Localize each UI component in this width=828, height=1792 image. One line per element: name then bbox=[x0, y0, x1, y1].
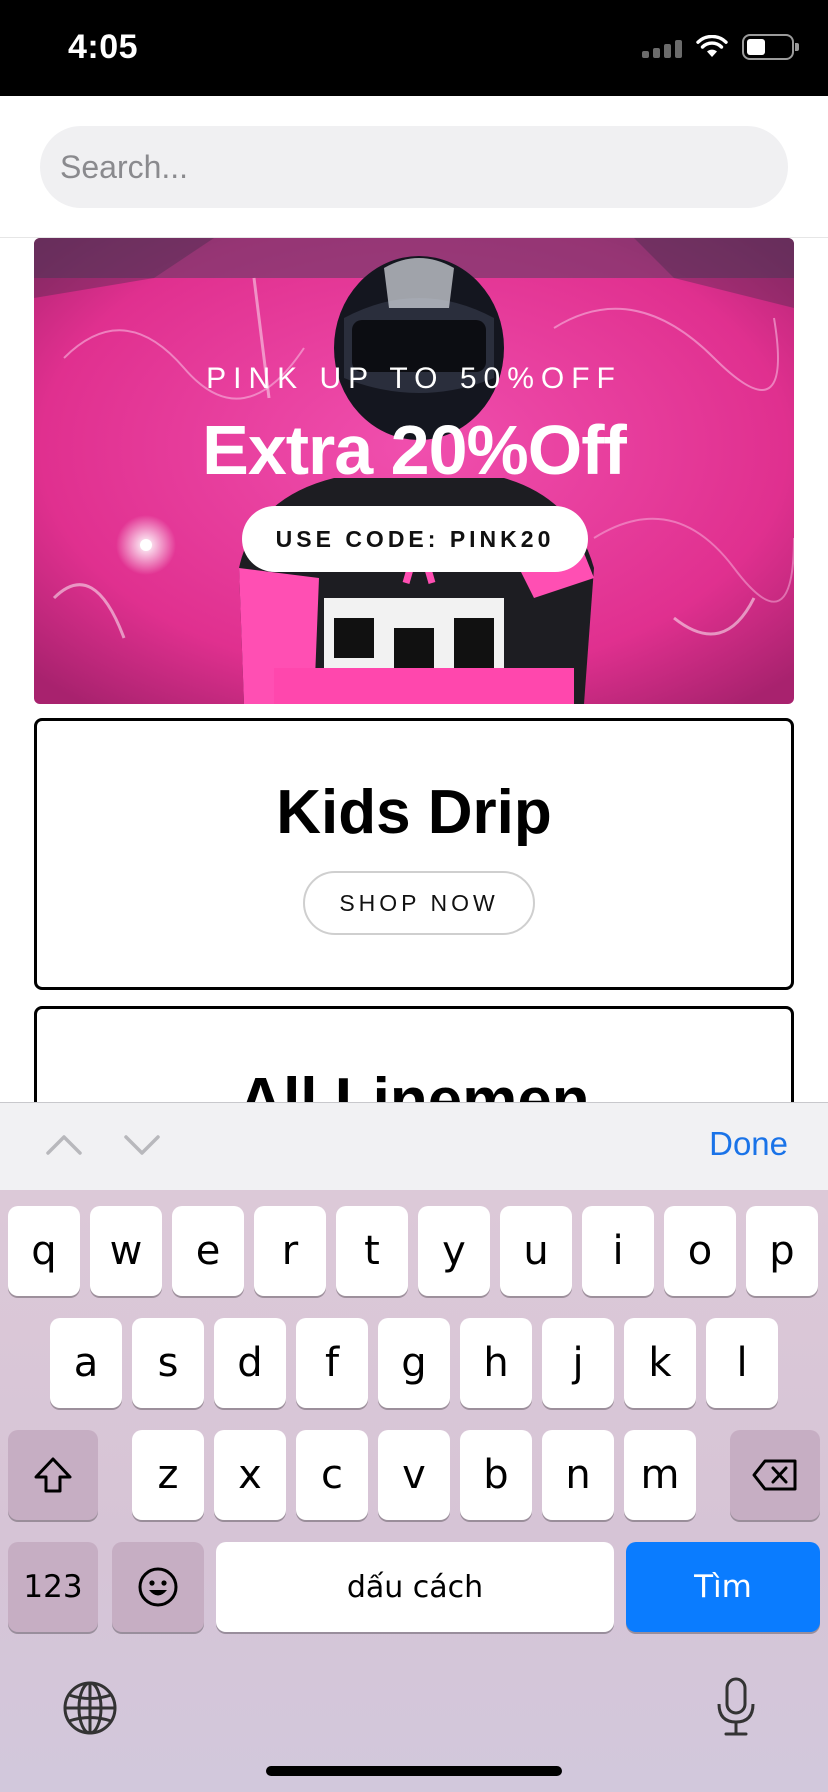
card-title: All Linemen bbox=[238, 1066, 590, 1102]
battery-icon bbox=[742, 34, 799, 60]
key-q[interactable]: q bbox=[8, 1206, 80, 1296]
key-a[interactable]: a bbox=[50, 1318, 122, 1408]
hero-banner[interactable]: PINK UP TO 50%OFF Extra 20%Off USE CODE:… bbox=[34, 238, 794, 704]
search-input[interactable] bbox=[40, 126, 788, 208]
key-g[interactable]: g bbox=[378, 1318, 450, 1408]
key-p[interactable]: p bbox=[746, 1206, 818, 1296]
key-t[interactable]: t bbox=[336, 1206, 408, 1296]
space-key[interactable]: dấu cách bbox=[216, 1542, 614, 1632]
chevron-down-icon[interactable] bbox=[122, 1129, 162, 1159]
search-key[interactable]: Tìm bbox=[626, 1542, 820, 1632]
card-title: Kids Drip bbox=[276, 778, 552, 847]
delete-key[interactable] bbox=[730, 1430, 820, 1520]
key-z[interactable]: z bbox=[132, 1430, 204, 1520]
category-card-kids-drip[interactable]: Kids Drip SHOP NOW bbox=[34, 718, 794, 990]
key-m[interactable]: m bbox=[624, 1430, 696, 1520]
key-j[interactable]: j bbox=[542, 1318, 614, 1408]
wifi-icon bbox=[696, 35, 728, 57]
shift-icon bbox=[34, 1457, 72, 1493]
key-w[interactable]: w bbox=[90, 1206, 162, 1296]
key-o[interactable]: o bbox=[664, 1206, 736, 1296]
keyboard: q w e r t y u i o p a s d f g h j k l z … bbox=[0, 1190, 828, 1792]
key-x[interactable]: x bbox=[214, 1430, 286, 1520]
key-l[interactable]: l bbox=[706, 1318, 778, 1408]
key-s[interactable]: s bbox=[132, 1318, 204, 1408]
shop-now-button[interactable]: SHOP NOW bbox=[303, 871, 535, 935]
delete-icon bbox=[752, 1459, 797, 1491]
key-f[interactable]: f bbox=[296, 1318, 368, 1408]
key-y[interactable]: y bbox=[418, 1206, 490, 1296]
status-bar: 4:05 bbox=[0, 0, 828, 96]
microphone-icon[interactable] bbox=[714, 1676, 758, 1738]
done-button[interactable]: Done bbox=[709, 1125, 788, 1163]
hero-title: Extra 20%Off bbox=[202, 411, 627, 489]
key-u[interactable]: u bbox=[500, 1206, 572, 1296]
numbers-key[interactable]: 123 bbox=[8, 1542, 98, 1632]
key-k[interactable]: k bbox=[624, 1318, 696, 1408]
hero-subtitle: PINK UP TO 50%OFF bbox=[206, 362, 622, 395]
key-i[interactable]: i bbox=[582, 1206, 654, 1296]
emoji-key[interactable] bbox=[112, 1542, 204, 1632]
key-c[interactable]: c bbox=[296, 1430, 368, 1520]
emoji-icon bbox=[138, 1567, 178, 1607]
globe-icon[interactable] bbox=[62, 1680, 118, 1736]
shift-key[interactable] bbox=[8, 1430, 98, 1520]
key-e[interactable]: e bbox=[172, 1206, 244, 1296]
key-v[interactable]: v bbox=[378, 1430, 450, 1520]
key-n[interactable]: n bbox=[542, 1430, 614, 1520]
key-h[interactable]: h bbox=[460, 1318, 532, 1408]
search-header bbox=[0, 96, 828, 238]
home-indicator bbox=[266, 1766, 562, 1776]
signal-icon bbox=[642, 36, 682, 58]
chevron-up-icon[interactable] bbox=[44, 1129, 84, 1159]
promo-code-button[interactable]: USE CODE: PINK20 bbox=[242, 506, 588, 572]
category-card-all-linemen[interactable]: All Linemen bbox=[34, 1006, 794, 1102]
key-b[interactable]: b bbox=[460, 1430, 532, 1520]
key-r[interactable]: r bbox=[254, 1206, 326, 1296]
keyboard-accessory-bar: Done bbox=[0, 1102, 828, 1190]
key-d[interactable]: d bbox=[214, 1318, 286, 1408]
content-area[interactable]: PINK UP TO 50%OFF Extra 20%Off USE CODE:… bbox=[0, 238, 828, 1102]
status-icons bbox=[642, 34, 799, 60]
status-time: 4:05 bbox=[68, 28, 139, 66]
